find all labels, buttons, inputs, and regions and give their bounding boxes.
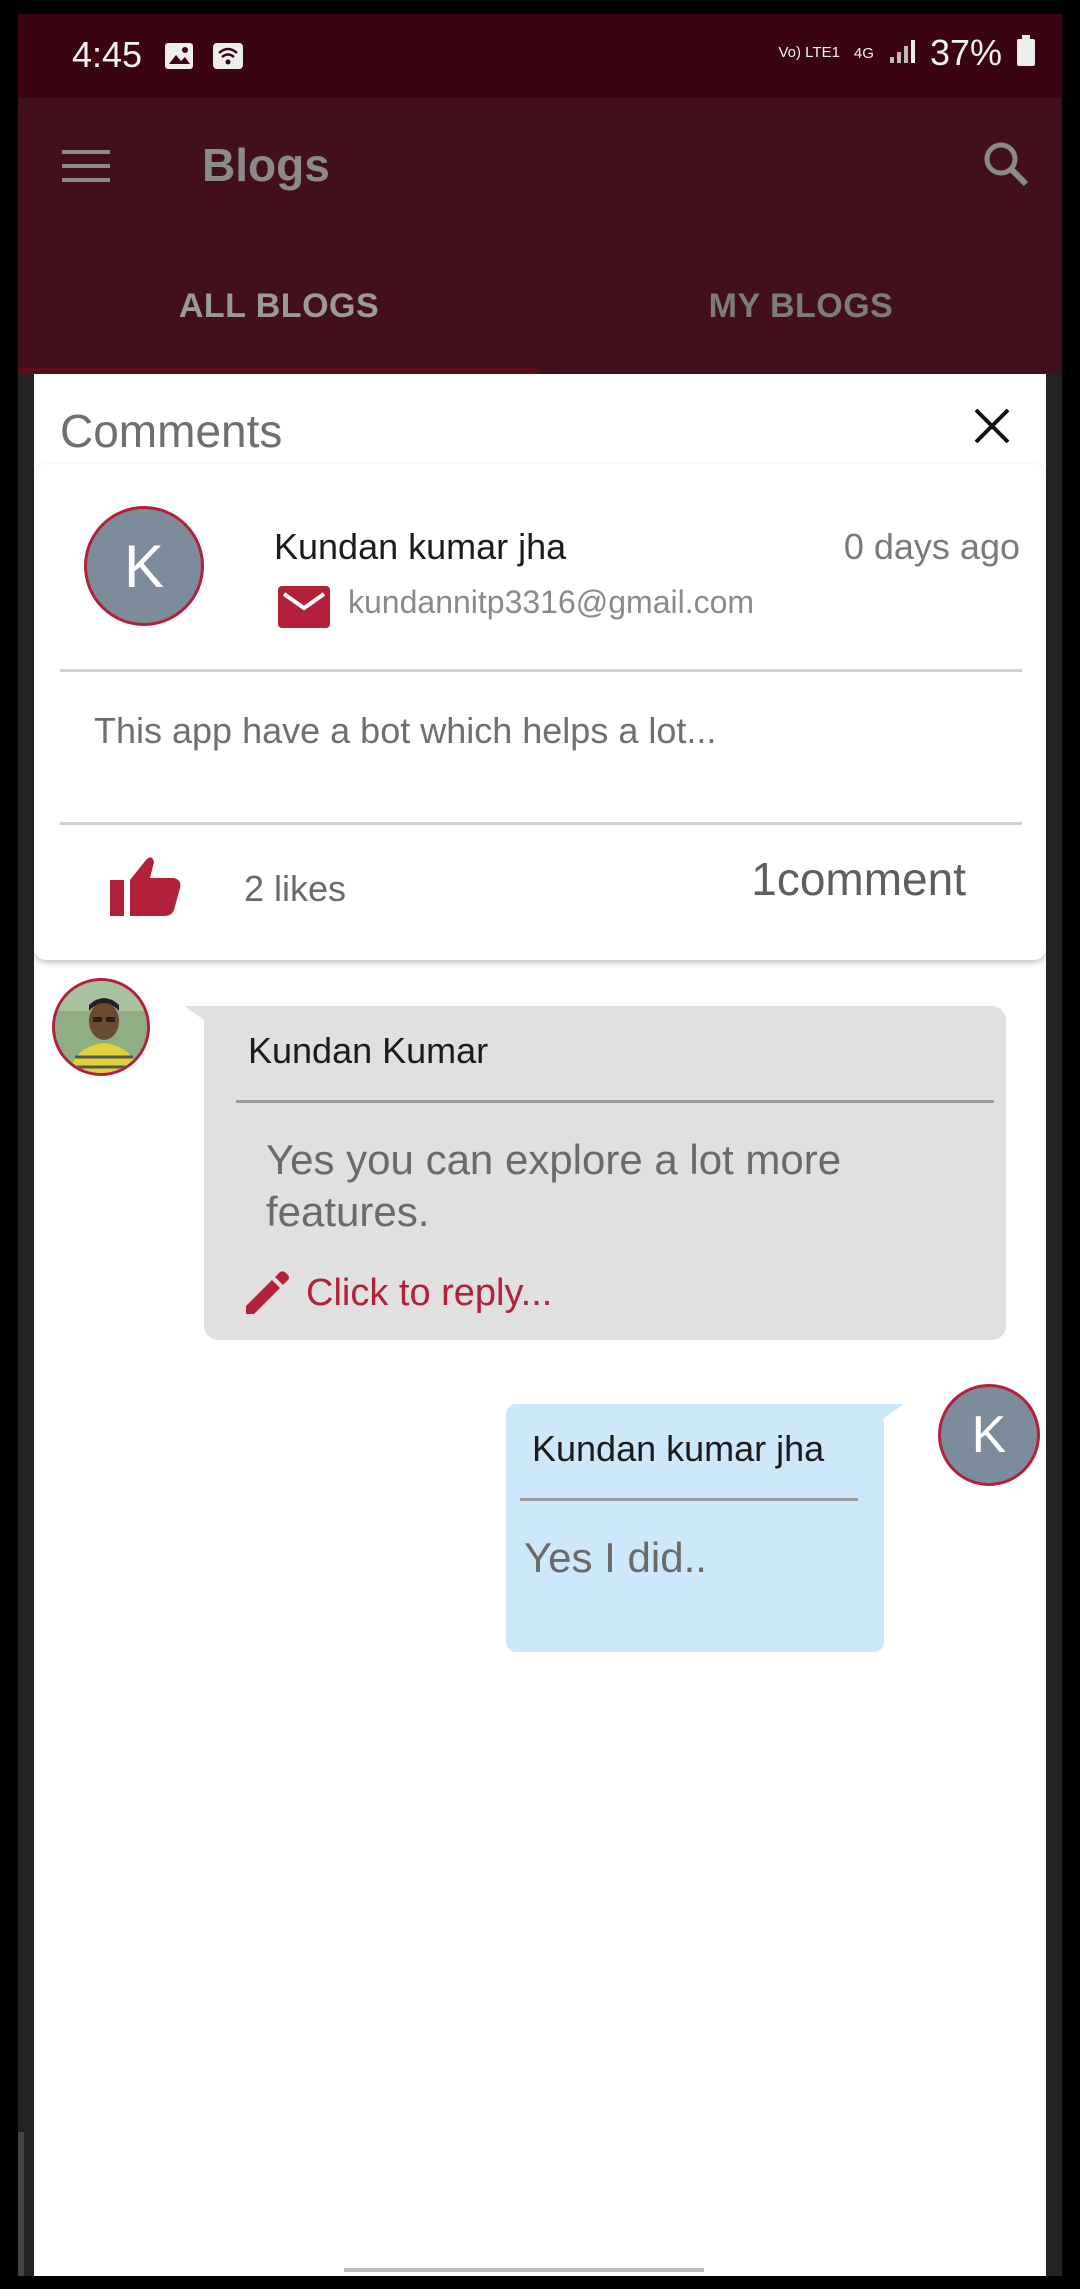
post-card: K Kundan kumar jha 0 days ago kundannitp…: [34, 464, 1046, 960]
comment-count[interactable]: 1comment: [751, 852, 966, 906]
tab-all-blogs[interactable]: ALL BLOGS: [18, 238, 540, 374]
mail-icon: [278, 586, 330, 633]
battery-percentage: 37%: [929, 32, 1002, 73]
tab-bar: ALL BLOGS MY BLOGS: [18, 238, 1062, 374]
reply-bubble: Kundan Kumar Yes you can explore a lot m…: [204, 1006, 1006, 1340]
close-icon[interactable]: [972, 406, 1012, 451]
status-right: Vo) LTE1 4G 37%: [779, 32, 1037, 74]
click-to-reply-link[interactable]: Click to reply...: [306, 1272, 552, 1315]
likes-count: 2 likes: [244, 868, 347, 909]
signal-icon: [888, 37, 916, 70]
tab-my-blogs[interactable]: MY BLOGS: [540, 238, 1062, 374]
menu-icon[interactable]: [62, 148, 110, 189]
divider: [60, 669, 1022, 672]
avatar: [52, 978, 150, 1076]
status-time: 4:45: [72, 34, 143, 75]
wifi-hotspot-icon: [212, 42, 244, 75]
search-icon[interactable]: [982, 140, 1030, 193]
reply-bubble: Kundan kumar jha Yes I did..: [506, 1404, 884, 1652]
screen: 4:45 Vo) LTE1 4G 37% Blogs ALL BLOGS MY …: [18, 14, 1062, 2276]
reply-author: Kundan kumar jha: [532, 1428, 825, 1469]
thumbs-up-icon[interactable]: [108, 854, 182, 923]
navigation-handle[interactable]: [344, 2268, 704, 2272]
post-author: Kundan kumar jha: [274, 526, 567, 567]
post-time: 0 days ago: [843, 526, 1020, 567]
image-icon: [164, 42, 194, 75]
reply-text: Yes you can explore a lot more features.: [266, 1136, 842, 1235]
comments-title: Comments: [60, 405, 283, 457]
divider: [60, 822, 1022, 825]
avatar: K: [938, 1384, 1040, 1486]
bubble-tail: [864, 1404, 904, 1432]
post-email: kundannitp3316@gmail.com: [348, 584, 755, 620]
app-bar: Blogs: [18, 98, 1062, 238]
divider: [520, 1498, 858, 1501]
divider: [236, 1100, 994, 1103]
avatar: K: [84, 506, 204, 626]
status-bar: 4:45 Vo) LTE1 4G 37%: [18, 14, 1062, 98]
battery-icon: [1016, 34, 1036, 72]
network-type: 4G: [853, 44, 874, 62]
post-text: This app have a bot which helps a lot...: [94, 710, 717, 751]
page-title: Blogs: [202, 139, 330, 191]
pencil-icon[interactable]: [242, 1268, 292, 1323]
background-strip: [18, 2132, 24, 2276]
comments-panel: Comments K Kundan kumar jha 0 days ago k…: [34, 374, 1046, 2276]
reply-text: Yes I did..: [524, 1534, 707, 1581]
reply-author: Kundan Kumar: [248, 1030, 489, 1071]
network-label: Vo) LTE1: [778, 44, 840, 61]
